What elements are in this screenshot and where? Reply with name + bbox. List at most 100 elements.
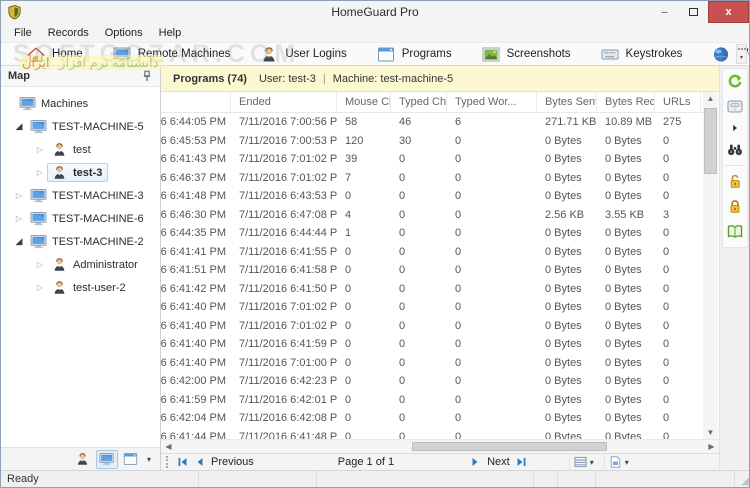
pagination-grip[interactable]	[166, 456, 169, 468]
vertical-scrollbar-thumb[interactable]	[704, 108, 717, 174]
table-row[interactable]: 7/11/2016 6:46:37 PM 7/11/2016 7:01:02 PM…	[161, 169, 719, 188]
menu-file[interactable]: File	[6, 27, 40, 39]
toolbar-overflow-handle[interactable]: ▾	[736, 44, 747, 64]
column-header-typed-wor[interactable]: Typed Wor...	[447, 92, 537, 112]
previous-label[interactable]: Previous	[211, 456, 254, 468]
table-row[interactable]: 7/11/2016 6:41:40 PM 7/11/2016 6:41:59 PM…	[161, 335, 719, 354]
toolbar-programs[interactable]: Programs	[377, 46, 452, 63]
table-row[interactable]: 7/11/2016 6:41:40 PM 7/11/2016 7:01:02 PM…	[161, 317, 719, 336]
tree-item-test-machine-2[interactable]: ◢ TEST-MACHINE-2	[1, 230, 160, 253]
sidebar-view-button-person-icon[interactable]	[72, 450, 94, 469]
toolbar-home[interactable]: Home	[27, 46, 83, 63]
vertical-scrollbar[interactable]: ▲ ▼	[703, 92, 718, 439]
scroll-right-icon[interactable]: ▶	[704, 442, 719, 451]
table-row[interactable]: 7/11/2016 6:42:00 PM 7/11/2016 6:42:23 PM…	[161, 372, 719, 391]
table-row[interactable]: 7/11/2016 6:41:41 PM 7/11/2016 6:41:55 PM…	[161, 243, 719, 262]
table-row[interactable]: 7/11/2016 6:44:35 PM 7/11/2016 6:44:44 PM…	[161, 224, 719, 243]
expand-icon[interactable]: ▷	[33, 168, 47, 177]
collapse-icon[interactable]: ◢	[12, 236, 26, 247]
column-header-bytes-sent[interactable]: Bytes Sent	[537, 92, 597, 112]
toolbar-screenshots[interactable]: Screenshots	[482, 46, 571, 63]
cell-bytes-sent: 0 Bytes	[545, 282, 582, 295]
previous-page-icon[interactable]	[194, 457, 205, 467]
tree-item-test-3[interactable]: ▷ test-3	[1, 161, 160, 184]
footer-caret-icon[interactable]: ▾	[144, 455, 154, 464]
toolbar-keystrokes[interactable]: Keystrokes	[601, 46, 682, 63]
table-row[interactable]: 7/11/2016 6:41:42 PM 7/11/2016 6:41:50 PM…	[161, 280, 719, 299]
tree-item-test-machine-5[interactable]: ◢ TEST-MACHINE-5	[1, 115, 160, 138]
column-header-started[interactable]	[161, 92, 231, 112]
lock-icon[interactable]	[727, 199, 743, 214]
column-header-ended[interactable]: Ended	[231, 92, 337, 112]
refresh-icon[interactable]	[727, 74, 743, 89]
export-button[interactable]: ▾	[603, 455, 633, 469]
table-row[interactable]: 7/11/2016 6:41:40 PM 7/11/2016 7:01:02 PM…	[161, 298, 719, 317]
cell-urls: 0	[663, 153, 670, 166]
cell-typed-wor: 0	[455, 356, 462, 369]
cell-started-text: 7/11/2016 6:44:05 PM	[161, 116, 226, 129]
sidebar-view-button-window-icon[interactable]	[120, 450, 142, 469]
table-row[interactable]: 7/11/2016 6:41:44 PM 7/11/2016 6:41:48 PM…	[161, 428, 719, 439]
unlock-icon[interactable]	[727, 174, 743, 189]
next-label[interactable]: Next	[487, 456, 510, 468]
view-options-button[interactable]: ▾	[568, 455, 598, 469]
cell-mouse-clic: 58	[345, 116, 358, 129]
expand-icon[interactable]: ▷	[33, 260, 47, 269]
table-row[interactable]: 7/11/2016 6:41:48 PM 7/11/2016 6:43:53 PM…	[161, 187, 719, 206]
user-icon	[51, 257, 68, 272]
tree-item-test-machine-6[interactable]: ▷ TEST-MACHINE-6	[1, 207, 160, 230]
collapse-icon[interactable]: ◢	[12, 121, 26, 132]
table-row[interactable]: 7/11/2016 6:41:59 PM 7/11/2016 6:42:01 PM…	[161, 391, 719, 410]
book-icon[interactable]	[727, 224, 743, 239]
next-page-icon[interactable]	[470, 457, 481, 467]
cell-bytes-sent: 0 Bytes	[545, 430, 582, 439]
archive-icon[interactable]	[727, 99, 743, 114]
last-page-icon[interactable]	[516, 457, 527, 467]
table-row[interactable]: 7/11/2016 6:41:43 PM 7/11/2016 7:01:02 PM…	[161, 150, 719, 169]
tree-item-test[interactable]: ▷ test	[1, 138, 160, 161]
cell-typed-chars: 0	[399, 412, 406, 425]
table-row[interactable]: 7/11/2016 6:42:04 PM 7/11/2016 6:42:08 PM…	[161, 409, 719, 428]
toolbar-user-logins[interactable]: User Logins	[260, 46, 347, 63]
resize-grip[interactable]: ◢	[735, 471, 749, 487]
sidebar-view-button-monitor-icon[interactable]	[95, 449, 118, 469]
binoculars-icon[interactable]	[727, 142, 743, 157]
menu-records[interactable]: Records	[40, 27, 97, 39]
column-header-bytes-recei[interactable]: Bytes Recei...	[597, 92, 655, 112]
scroll-left-icon[interactable]: ◀	[161, 442, 176, 451]
column-header-mouse-clic[interactable]: Mouse Clic...	[337, 92, 391, 112]
expand-icon[interactable]: ▷	[12, 191, 26, 200]
horizontal-scrollbar-thumb[interactable]	[412, 442, 608, 451]
column-header-typed-chars[interactable]: Typed Chars	[391, 92, 447, 112]
close-button[interactable]: x	[708, 1, 749, 23]
table-row[interactable]: 7/11/2016 6:41:51 PM 7/11/2016 6:41:58 PM…	[161, 261, 719, 280]
tree-item-administrator[interactable]: ▷ Administrator	[1, 253, 160, 276]
table-row[interactable]: 7/11/2016 6:45:53 PM 7/11/2016 7:00:53 PM…	[161, 132, 719, 151]
more-icon[interactable]	[731, 124, 739, 132]
menu-help[interactable]: Help	[151, 27, 190, 39]
maximize-button[interactable]	[679, 1, 708, 23]
cell-typed-wor: 0	[455, 319, 462, 332]
expand-icon[interactable]: ▷	[33, 145, 47, 154]
minimize-button[interactable]: –	[650, 1, 679, 23]
first-page-icon[interactable]	[177, 457, 188, 467]
tree-item-test-user-2[interactable]: ▷ test-user-2	[1, 276, 160, 299]
pin-icon[interactable]	[141, 70, 153, 82]
menu-options[interactable]: Options	[97, 27, 151, 39]
monitor-icon	[113, 46, 131, 63]
tree-item-test-machine-3[interactable]: ▷ TEST-MACHINE-3	[1, 184, 160, 207]
cell-bytes-recei: 0 Bytes	[605, 375, 642, 388]
cell-bytes-sent: 0 Bytes	[545, 338, 582, 351]
toolbar-remote-machines[interactable]: Remote Machines	[113, 46, 230, 63]
scroll-up-icon[interactable]: ▲	[707, 92, 715, 105]
expand-icon[interactable]: ▷	[12, 214, 26, 223]
tree-item-machines[interactable]: Machines	[1, 92, 160, 115]
table-row[interactable]: 7/11/2016 6:41:40 PM 7/11/2016 7:01:00 PM…	[161, 354, 719, 373]
expand-icon[interactable]: ▷	[33, 283, 47, 292]
table-row[interactable]: 7/11/2016 6:46:30 PM 7/11/2016 6:47:08 PM…	[161, 206, 719, 225]
column-header-urls[interactable]: URLs	[655, 92, 701, 112]
scroll-down-icon[interactable]: ▼	[707, 426, 715, 439]
cell-typed-chars: 0	[399, 393, 406, 406]
horizontal-scrollbar[interactable]: ◀ ▶	[161, 439, 719, 453]
table-row[interactable]: 7/11/2016 6:44:05 PM 7/11/2016 7:00:56 PM…	[161, 113, 719, 132]
